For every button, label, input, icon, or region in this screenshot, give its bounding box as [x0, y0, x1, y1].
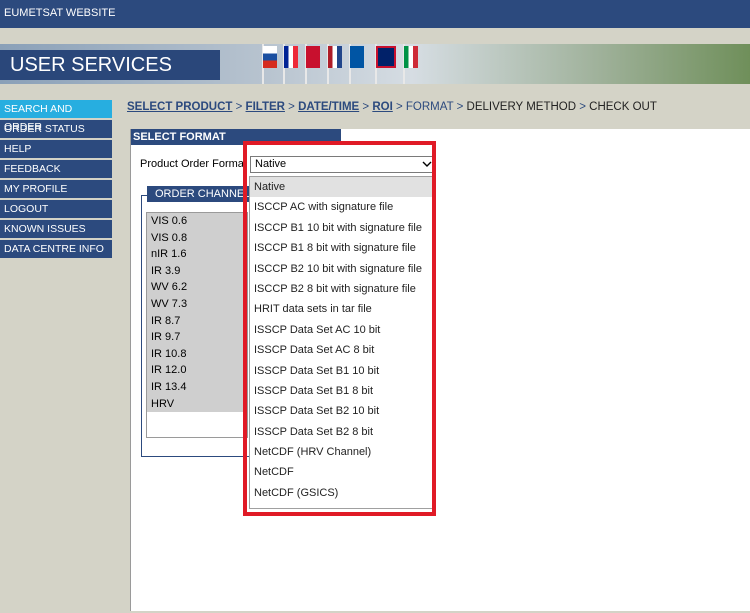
flag-icon [284, 46, 298, 68]
breadcrumb-select-product[interactable]: SELECT PRODUCT [127, 101, 232, 113]
breadcrumb-check-out: CHECK OUT [589, 101, 657, 113]
format-option[interactable]: NetCDF [250, 462, 435, 482]
format-option[interactable]: ISCCP B2 10 bit with signature file [250, 259, 435, 279]
format-option[interactable]: NetCDF (GSICS) [250, 483, 435, 503]
order-channel-legend: ORDER CHANNEL [147, 186, 259, 202]
breadcrumb-separator: > [456, 101, 464, 113]
sidebar-item-search-and-order[interactable]: SEARCH AND ORDER [0, 100, 112, 133]
breadcrumb-separator: > [235, 101, 243, 113]
sidebar-item-order-status[interactable]: ORDER STATUS [0, 120, 112, 138]
flag-icon [404, 46, 418, 68]
sidebar-item-data-centre-info[interactable]: DATA CENTRE INFO [0, 240, 112, 258]
format-option[interactable]: ISSCP Data Set AC 8 bit [250, 340, 435, 360]
eumetsat-website-link[interactable]: EUMETSAT WEBSITE [4, 7, 115, 19]
format-option[interactable]: ISSCP Data Set B2 8 bit [250, 422, 435, 442]
channel-option[interactable]: IR 3.9 [147, 262, 247, 280]
product-order-format-select[interactable]: Native [250, 156, 436, 173]
channel-option[interactable]: IR 10.8 [147, 345, 247, 363]
flag-icon [350, 46, 364, 68]
format-option[interactable]: ISSCP Data Set B1 8 bit [250, 381, 435, 401]
breadcrumb-separator: > [288, 101, 295, 113]
flag-icon [263, 46, 277, 68]
channel-option[interactable]: IR 8.7 [147, 312, 247, 330]
top-bar: EUMETSAT WEBSITE [0, 0, 750, 28]
breadcrumb-separator: > [362, 101, 370, 113]
channel-option[interactable]: IR 9.7 [147, 329, 247, 346]
panel-title: SELECT FORMAT [131, 129, 341, 145]
breadcrumb-filter[interactable]: FILTER [246, 101, 285, 113]
sidebar-item-feedback[interactable]: FEEDBACK [0, 160, 112, 178]
format-option[interactable]: HRIT data sets in tar file [250, 299, 435, 319]
channel-option[interactable]: WV 7.3 [147, 295, 247, 313]
breadcrumb: SELECT PRODUCT > FILTER > DATE/TIME > RO… [127, 101, 657, 113]
app-title: USER SERVICES CLIENT [0, 50, 220, 80]
selected-format-value: Native [255, 158, 287, 170]
channel-option[interactable]: WV 6.2 [147, 279, 247, 296]
sidebar-item-known-issues[interactable]: KNOWN ISSUES [0, 220, 112, 238]
channel-option[interactable]: IR 13.4 [147, 378, 247, 396]
format-option[interactable]: ISCCP B1 8 bit with signature file [250, 238, 435, 258]
breadcrumb-date-time[interactable]: DATE/TIME [298, 101, 359, 113]
banner: USER SERVICES CLIENT [0, 44, 750, 84]
order-channel-list[interactable]: VIS 0.6 VIS 0.8 nIR 1.6 IR 3.9 WV 6.2 WV… [146, 212, 248, 438]
union-flag-icon [376, 46, 396, 68]
format-option[interactable]: Native [250, 177, 435, 198]
select-format-panel: SELECT FORMAT Product Order Format Nativ… [130, 129, 750, 611]
flag-icon [328, 46, 342, 68]
sidebar-item-help[interactable]: HELP [0, 140, 112, 158]
format-option[interactable]: NetCDF (HRV Channel) [250, 442, 435, 462]
format-dropdown-list: Native ISCCP AC with signature file ISCC… [249, 176, 436, 509]
header-strip [0, 28, 750, 44]
format-option[interactable]: ISCCP AC with signature file [250, 197, 435, 217]
channel-option[interactable]: IR 12.0 [147, 362, 247, 379]
chevron-down-icon [422, 161, 432, 167]
sidebar-nav: SEARCH AND ORDER ORDER STATUS HELP FEEDB… [0, 100, 112, 260]
breadcrumb-roi[interactable]: ROI [372, 101, 392, 113]
format-option[interactable]: ISSCP Data Set AC 10 bit [250, 320, 435, 340]
sidebar-item-my-profile[interactable]: MY PROFILE [0, 180, 112, 198]
channel-option[interactable]: nIR 1.6 [147, 246, 247, 263]
breadcrumb-separator: > [395, 101, 403, 113]
product-order-format-label: Product Order Format [140, 158, 247, 170]
breadcrumb-format: FORMAT [405, 101, 454, 113]
channel-option[interactable]: VIS 0.8 [147, 229, 247, 247]
flag-icon [306, 46, 320, 68]
format-option[interactable]: ISCCP B2 8 bit with signature file [250, 279, 435, 299]
order-channel-fieldset: ORDER CHANNEL VIS 0.6 VIS 0.8 nIR 1.6 IR… [141, 186, 259, 457]
format-option[interactable]: ISSCP Data Set B1 10 bit [250, 361, 435, 381]
channel-option[interactable]: HRV [147, 395, 247, 413]
format-option[interactable]: ISSCP Data Set B2 10 bit [250, 401, 435, 421]
format-option[interactable]: ISCCP B1 10 bit with signature file [250, 218, 435, 238]
breadcrumb-delivery-method: DELIVERY METHOD [466, 101, 577, 113]
sidebar-item-logout[interactable]: LOGOUT [0, 200, 112, 218]
breadcrumb-separator: > [579, 101, 586, 113]
channel-option[interactable]: VIS 0.6 [147, 213, 247, 230]
